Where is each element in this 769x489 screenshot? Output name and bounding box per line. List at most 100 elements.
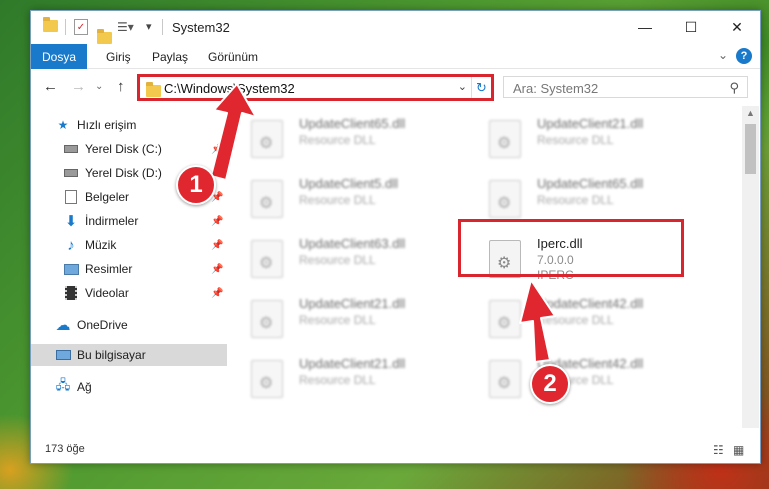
star-icon: ★: [57, 118, 69, 132]
separator: [65, 19, 66, 35]
documents-icon: [63, 190, 79, 204]
tab-view[interactable]: Görünüm: [208, 50, 258, 64]
close-button[interactable]: ✕: [714, 11, 760, 43]
sidebar-item-onedrive[interactable]: ☁ OneDrive: [31, 314, 227, 336]
computer-icon: [55, 348, 71, 362]
file-type: Resource DLL: [299, 253, 376, 267]
dll-file-icon: [251, 240, 283, 278]
title-bar: ✓ ☰▾ ▾ System32 — ☐ ✕: [31, 11, 760, 45]
search-icon[interactable]: ⚲: [729, 80, 739, 96]
dll-file-icon: [251, 180, 283, 218]
scroll-thumb[interactable]: [745, 124, 756, 174]
file-type: Resource DLL: [537, 313, 614, 327]
sidebar-item-label: Bu bilgisayar: [77, 348, 146, 362]
pin-icon[interactable]: 📌: [211, 240, 223, 251]
folder-icon: [146, 82, 161, 97]
dll-file-icon: [251, 360, 283, 398]
dll-file-icon: [251, 120, 283, 158]
file-name: UpdateClient42.dll: [537, 296, 644, 311]
tab-share[interactable]: Paylaş: [152, 50, 188, 64]
list-item[interactable]: UpdateClient65.dll Resource DLL: [229, 112, 439, 162]
help-icon[interactable]: ?: [736, 48, 752, 64]
list-item[interactable]: UpdateClient65.dll Resource DLL: [467, 172, 677, 222]
drive-icon: [63, 142, 79, 156]
properties-icon[interactable]: ✓: [74, 19, 88, 35]
chevron-down-icon[interactable]: ⌄: [458, 80, 467, 93]
window-title: System32: [172, 20, 230, 35]
cloud-icon: ☁: [55, 317, 71, 334]
sidebar-item-downloads[interactable]: ⬇ İndirmeler 📌: [31, 210, 227, 232]
details-view-icon[interactable]: ☷: [713, 443, 724, 457]
dll-file-icon: [489, 360, 521, 398]
navigation-pane: ★ Hızlı erişim Yerel Disk (C:) 📌 Yerel D…: [31, 106, 227, 428]
list-item[interactable]: UpdateClient63.dll Resource DLL: [229, 232, 439, 282]
file-type: Resource DLL: [299, 193, 376, 207]
pictures-icon: [63, 262, 79, 276]
file-type: Resource DLL: [299, 133, 376, 147]
file-name: UpdateClient21.dll: [537, 116, 644, 131]
sidebar-item-quick-access[interactable]: ★ Hızlı erişim: [31, 114, 227, 136]
network-icon: 🖧: [55, 377, 71, 392]
toolbar-dropdown-icon[interactable]: ▾: [146, 20, 152, 33]
list-item[interactable]: UpdateClient42.dll Resource DLL: [467, 292, 677, 342]
sidebar-item-pictures[interactable]: Resimler 📌: [31, 258, 227, 280]
tab-home[interactable]: Giriş: [106, 50, 131, 64]
sidebar-item-label: Belgeler: [85, 190, 130, 204]
large-icons-view-icon[interactable]: ▦: [733, 443, 744, 457]
list-item[interactable]: UpdateClient21.dll Resource DLL: [467, 112, 677, 162]
new-folder-icon[interactable]: [97, 29, 112, 44]
navigation-bar: ← → ⌄ ↑ C:\Windows\System32 ⌄ ↻ Ara: Sys…: [31, 70, 760, 104]
file-type: Resource DLL: [537, 133, 614, 147]
sidebar-item-local-disk-c[interactable]: Yerel Disk (C:) 📌: [31, 138, 227, 160]
file-type: Resource DLL: [537, 193, 614, 207]
expand-ribbon-icon[interactable]: ⌄: [718, 48, 728, 62]
pin-icon[interactable]: 📌: [211, 144, 223, 155]
sidebar-item-music[interactable]: ♪ Müzik 📌: [31, 234, 227, 256]
search-input[interactable]: Ara: System32: [513, 81, 598, 96]
recent-locations-icon[interactable]: ⌄: [95, 81, 103, 92]
search-box[interactable]: Ara: System32 ⚲: [503, 76, 748, 98]
sidebar-item-videos[interactable]: Videolar 📌: [31, 282, 227, 304]
folder-icon[interactable]: [43, 17, 58, 32]
address-path[interactable]: C:\Windows\System32: [164, 81, 295, 96]
file-type: Resource DLL: [299, 373, 376, 387]
scroll-up-icon[interactable]: ▲: [742, 108, 759, 118]
pin-icon[interactable]: 📌: [211, 264, 223, 275]
sidebar-item-network[interactable]: 🖧 Ağ: [31, 376, 227, 398]
item-count: 173 öğe: [45, 443, 85, 455]
back-icon[interactable]: ←: [43, 78, 58, 95]
step-badge-2: 2: [530, 364, 570, 404]
dll-file-icon: [489, 180, 521, 218]
list-item[interactable]: UpdateClient5.dll Resource DLL: [229, 172, 439, 222]
music-icon: ♪: [67, 236, 75, 254]
forward-icon[interactable]: →: [71, 78, 86, 95]
address-bar[interactable]: C:\Windows\System32 ⌄ ↻: [137, 74, 494, 101]
list-item[interactable]: UpdateClient21.dll Resource DLL: [229, 292, 439, 342]
sidebar-item-label: OneDrive: [77, 318, 128, 332]
list-item[interactable]: UpdateClient21.dll Resource DLL: [229, 352, 439, 402]
pin-icon[interactable]: 📌: [211, 216, 223, 227]
file-type: Resource DLL: [299, 313, 376, 327]
file-name: UpdateClient5.dll: [299, 176, 399, 191]
file-name: UpdateClient21.dll: [299, 296, 406, 311]
videos-icon: [63, 286, 79, 300]
customize-toolbar-icon[interactable]: ☰▾: [117, 20, 134, 34]
refresh-icon[interactable]: ↻: [471, 77, 491, 98]
dll-file-icon: [489, 300, 521, 338]
file-name: UpdateClient21.dll: [299, 356, 406, 371]
sidebar-item-label: Videolar: [85, 286, 129, 300]
sidebar-item-this-pc[interactable]: Bu bilgisayar: [31, 344, 227, 366]
list-item[interactable]: UpdateClient42.dll Resource DLL: [467, 352, 677, 402]
sidebar-item-label: İndirmeler: [85, 214, 139, 228]
maximize-button[interactable]: ☐: [668, 11, 714, 43]
minimize-button[interactable]: —: [622, 11, 668, 43]
sidebar-item-label: Yerel Disk (D:): [85, 166, 162, 180]
download-icon: ⬇: [64, 213, 78, 230]
vertical-scrollbar[interactable]: ▲: [742, 106, 759, 428]
separator: [162, 19, 163, 35]
up-icon[interactable]: ↑: [117, 78, 125, 95]
dll-file-icon: [489, 120, 521, 158]
pin-icon[interactable]: 📌: [211, 288, 223, 299]
ribbon-tabs: Dosya Giriş Paylaş Görünüm ⌄ ?: [31, 44, 760, 69]
tab-file[interactable]: Dosya: [31, 44, 87, 69]
